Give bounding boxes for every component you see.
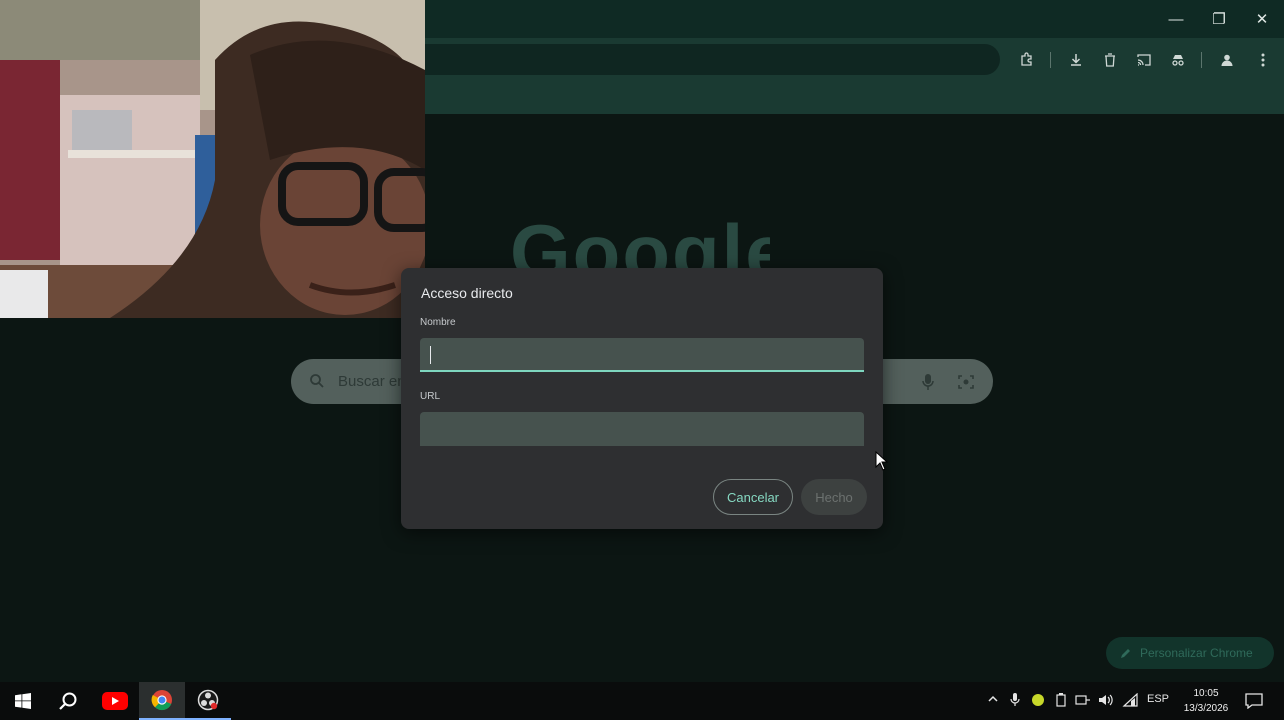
minimize-button[interactable]: — <box>1163 8 1189 30</box>
customize-chrome-label: Personalizar Chrome <box>1140 646 1253 660</box>
app-tray-icon[interactable] <box>1031 693 1045 710</box>
download-icon[interactable] <box>1066 50 1086 70</box>
windows-start-icon[interactable] <box>0 682 46 720</box>
wifi-icon[interactable] <box>1122 692 1138 710</box>
lens-icon[interactable] <box>957 373 975 391</box>
microphone-tray-icon[interactable] <box>1010 693 1020 710</box>
webcam-overlay <box>0 0 425 318</box>
url-label: URL <box>420 391 441 402</box>
restore-button[interactable]: ❐ <box>1206 8 1232 30</box>
pencil-icon <box>1121 649 1130 658</box>
menu-icon[interactable] <box>1253 50 1273 70</box>
profile-icon[interactable] <box>1217 50 1237 70</box>
toolbar-divider <box>1050 52 1051 68</box>
name-label: Nombre <box>420 317 456 328</box>
taskbar-clock[interactable]: 10:05 13/3/2026 <box>1176 686 1236 716</box>
chrome-icon[interactable] <box>139 682 185 720</box>
mouse-cursor-icon <box>875 450 889 471</box>
trash-icon[interactable] <box>1100 50 1120 70</box>
close-button[interactable]: ✕ <box>1249 8 1275 30</box>
cancel-button[interactable]: Cancelar <box>713 479 793 515</box>
name-field[interactable] <box>420 338 864 372</box>
customize-chrome-button[interactable]: Personalizar Chrome <box>1106 637 1274 669</box>
search-placeholder: Buscar en <box>338 373 406 390</box>
microphone-icon[interactable] <box>921 373 937 391</box>
language-indicator[interactable]: ESP <box>1147 693 1169 705</box>
youtube-icon[interactable] <box>92 682 138 720</box>
dialog-title: Acceso directo <box>421 285 513 301</box>
incognito-icon[interactable] <box>1168 50 1188 70</box>
url-field[interactable] <box>420 412 864 446</box>
clock-date: 13/3/2026 <box>1183 703 1229 714</box>
extensions-icon[interactable] <box>1017 50 1037 70</box>
done-button[interactable]: Hecho <box>801 479 867 515</box>
toolbar-divider <box>1201 52 1202 68</box>
search-icon <box>309 373 327 391</box>
search-icon[interactable] <box>45 682 91 720</box>
webcam-feed-image <box>0 0 425 318</box>
battery-icon[interactable] <box>1055 693 1067 710</box>
volume-icon[interactable] <box>1098 693 1114 710</box>
text-cursor <box>430 346 431 364</box>
network-icon[interactable] <box>1075 693 1091 710</box>
cast-icon[interactable] <box>1134 50 1154 70</box>
clock-time: 10:05 <box>1193 688 1219 699</box>
notifications-icon[interactable] <box>1245 693 1263 712</box>
chevron-up-icon[interactable] <box>987 693 999 708</box>
obs-icon[interactable] <box>185 682 231 720</box>
